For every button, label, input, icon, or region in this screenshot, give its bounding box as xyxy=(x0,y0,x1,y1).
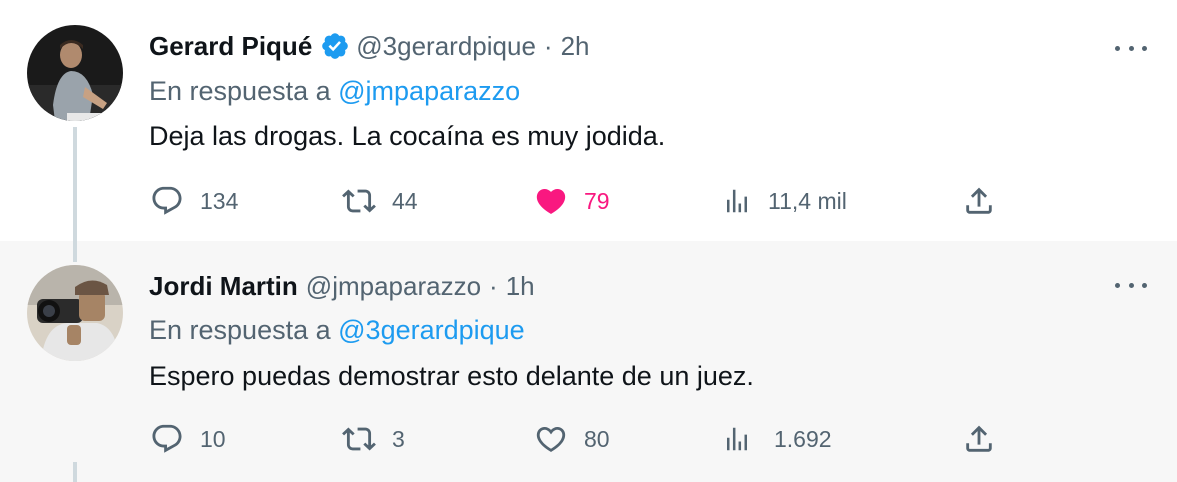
reply-mention-link[interactable]: @3gerardpique xyxy=(338,315,525,345)
avatar-photo-icon xyxy=(27,25,123,121)
thread-line xyxy=(73,462,77,482)
views-button[interactable]: 1.692 xyxy=(722,419,832,459)
views-icon xyxy=(727,189,747,213)
reply-count: 10 xyxy=(200,425,226,452)
verified-badge-icon xyxy=(320,31,350,61)
timestamp[interactable]: 2h xyxy=(561,31,590,62)
retweet-count: 44 xyxy=(392,187,418,214)
share-button[interactable] xyxy=(962,181,996,221)
tweet-header: Gerard Piqué @3gerardpique · 2h xyxy=(149,26,590,66)
reply-context: En respuesta a @3gerardpique xyxy=(149,315,525,346)
reply-count: 134 xyxy=(200,187,239,214)
separator: · xyxy=(489,270,498,301)
heart-outline-icon xyxy=(536,426,566,452)
views-count: 1.692 xyxy=(774,425,832,452)
heart-filled-icon xyxy=(536,188,566,214)
retweet-count: 3 xyxy=(392,425,405,452)
like-button[interactable]: 80 xyxy=(534,419,610,459)
tweet-text: Espero puedas demostrar esto delante de … xyxy=(149,361,754,391)
reply-prefix: En respuesta a xyxy=(149,315,331,345)
separator: · xyxy=(543,30,553,61)
reply-context: En respuesta a @jmpaparazzo xyxy=(149,76,520,107)
reply-prefix: En respuesta a xyxy=(149,76,331,106)
thread-line xyxy=(73,127,77,241)
timestamp[interactable]: 1h xyxy=(506,271,535,302)
like-count: 79 xyxy=(584,187,610,214)
avatar[interactable] xyxy=(27,265,123,361)
more-icon[interactable] xyxy=(1115,40,1147,56)
share-icon xyxy=(966,187,992,214)
reply-icon xyxy=(152,186,182,215)
tweet[interactable]: Jordi Martin @jmpaparazzo · 1h En respue… xyxy=(0,241,1177,482)
thread-line xyxy=(73,241,77,262)
author-handle[interactable]: @3gerardpique xyxy=(356,31,536,62)
retweet-icon xyxy=(342,189,376,213)
action-bar: 10 3 80 1.692 xyxy=(150,419,1010,459)
views-button[interactable]: 11,4 mil xyxy=(722,181,847,221)
reply-button[interactable]: 10 xyxy=(150,419,226,459)
author-handle[interactable]: @jmpaparazzo xyxy=(306,271,481,302)
reply-button[interactable]: 134 xyxy=(150,181,238,221)
retweet-button[interactable]: 44 xyxy=(342,181,418,221)
tweet-header: Jordi Martin @jmpaparazzo · 1h xyxy=(149,266,535,306)
action-bar: 134 44 79 11,4 mil xyxy=(150,181,1010,221)
author-name[interactable]: Gerard Piqué xyxy=(149,31,312,62)
more-icon[interactable] xyxy=(1115,277,1147,293)
retweet-button[interactable]: 3 xyxy=(342,419,405,459)
views-icon xyxy=(727,427,747,451)
tweet-text: Deja las drogas. La cocaína es muy jodid… xyxy=(149,121,666,151)
like-button[interactable]: 79 xyxy=(534,181,610,221)
share-icon xyxy=(966,425,992,452)
reply-mention-link[interactable]: @jmpaparazzo xyxy=(338,76,520,106)
reply-icon xyxy=(152,424,182,453)
share-button[interactable] xyxy=(962,419,996,459)
retweet-icon xyxy=(342,427,376,451)
author-name[interactable]: Jordi Martin xyxy=(149,271,298,302)
tweet[interactable]: Gerard Piqué @3gerardpique · 2h En respu… xyxy=(0,0,1177,241)
avatar[interactable] xyxy=(27,25,123,121)
views-count: 11,4 mil xyxy=(768,187,847,214)
avatar-photo-icon xyxy=(27,265,123,361)
like-count: 80 xyxy=(584,425,610,452)
